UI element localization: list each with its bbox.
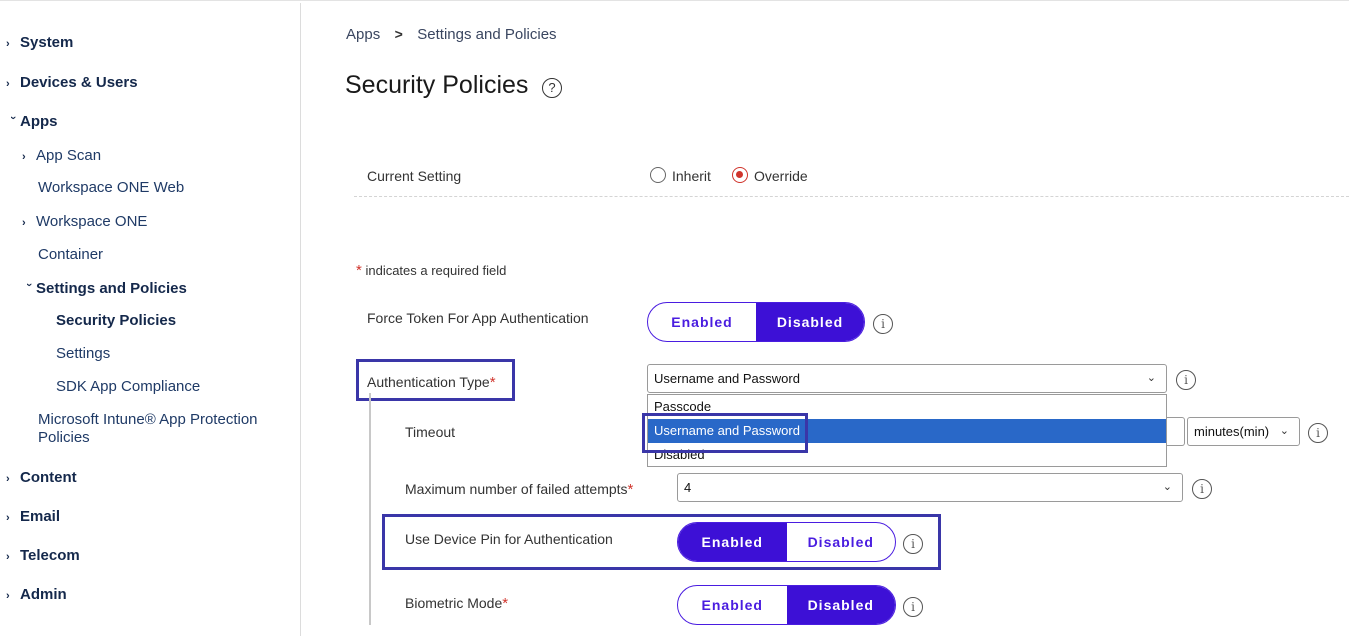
timeout-unit-select[interactable]: minutes(min) ⌄ bbox=[1187, 417, 1300, 446]
device-pin-enabled-button[interactable]: Enabled bbox=[678, 523, 787, 561]
device-pin-disabled-button[interactable]: Disabled bbox=[787, 523, 896, 561]
sidebar-item-system[interactable]: › System bbox=[6, 34, 73, 51]
biometric-enabled-button[interactable]: Enabled bbox=[678, 586, 787, 624]
chevron-right-icon: › bbox=[6, 78, 10, 90]
sidebar-item-apps[interactable]: ›Apps bbox=[6, 113, 58, 130]
sidebar-item-content[interactable]: › Content bbox=[6, 469, 77, 486]
sidebar-item-workspace-one-web[interactable]: Workspace ONE Web bbox=[38, 179, 184, 196]
info-circle-icon[interactable]: i bbox=[903, 534, 923, 554]
auth-type-select[interactable]: Username and Password ⌄ bbox=[647, 364, 1167, 393]
auth-type-highlight-box bbox=[356, 359, 515, 401]
timeout-label: Timeout bbox=[405, 424, 456, 440]
breadcrumb-current: Settings and Policies bbox=[417, 26, 557, 43]
chevron-right-icon: › bbox=[6, 38, 10, 50]
biometric-disabled-button[interactable]: Disabled bbox=[786, 586, 895, 624]
chevron-down-icon: › bbox=[23, 283, 35, 287]
breadcrumb-apps[interactable]: Apps bbox=[346, 26, 380, 43]
nested-indicator-line bbox=[369, 393, 371, 625]
sidebar-item-security-policies[interactable]: Security Policies bbox=[56, 312, 176, 329]
caret-down-icon: ⌄ bbox=[1162, 481, 1172, 493]
chevron-down-icon: › bbox=[7, 116, 19, 120]
current-setting-label: Current Setting bbox=[367, 168, 462, 184]
sidebar-item-settings-and-policies[interactable]: ›Settings and Policies bbox=[22, 280, 187, 297]
caret-down-icon: ⌄ bbox=[1279, 425, 1289, 437]
caret-down-icon: ⌄ bbox=[1146, 372, 1156, 384]
device-pin-label: Use Device Pin for Authentication bbox=[405, 531, 613, 547]
sidebar-item-devices-users[interactable]: › Devices & Users bbox=[6, 74, 138, 91]
force-token-label: Force Token For App Authentication bbox=[367, 310, 589, 326]
chevron-right-icon: › bbox=[22, 217, 26, 229]
sidebar-item-settings[interactable]: Settings bbox=[56, 345, 110, 362]
sidebar-item-admin[interactable]: › Admin bbox=[6, 586, 67, 603]
chevron-right-icon: › bbox=[6, 551, 10, 563]
override-radio[interactable] bbox=[732, 167, 748, 183]
chevron-right-icon: › bbox=[22, 151, 26, 163]
chevron-right-icon: › bbox=[6, 512, 10, 524]
sidebar: › System › Devices & Users ›Apps › App Scan… bbox=[0, 3, 301, 636]
sidebar-item-intune-app-protection[interactable]: Microsoft Intune® App Protection Policie… bbox=[38, 411, 258, 447]
inherit-label: Inherit bbox=[672, 168, 711, 184]
info-circle-icon[interactable]: i bbox=[1176, 370, 1196, 390]
sidebar-item-workspace-one[interactable]: › Workspace ONE bbox=[22, 213, 147, 230]
info-circle-icon[interactable]: i bbox=[873, 314, 893, 334]
info-circle-icon[interactable]: i bbox=[1308, 423, 1328, 443]
chevron-right-icon: › bbox=[6, 590, 10, 602]
section-divider bbox=[354, 196, 1349, 197]
force-token-disabled-button[interactable]: Disabled bbox=[756, 303, 864, 341]
sidebar-item-telecom[interactable]: › Telecom bbox=[6, 547, 80, 564]
biometric-toggle: Enabled Disabled bbox=[677, 585, 896, 625]
sidebar-item-container[interactable]: Container bbox=[38, 246, 103, 263]
breadcrumb: Apps > Settings and Policies bbox=[346, 26, 557, 44]
biometric-label: Biometric Mode* bbox=[405, 595, 509, 612]
breadcrumb-separator-icon: > bbox=[394, 26, 403, 42]
sidebar-item-email[interactable]: › Email bbox=[6, 508, 60, 525]
max-failed-label: Maximum number of failed attempts* bbox=[405, 481, 634, 498]
force-token-toggle: Enabled Disabled bbox=[647, 302, 865, 342]
sidebar-item-app-scan[interactable]: › App Scan bbox=[22, 147, 101, 164]
device-pin-toggle: Enabled Disabled bbox=[677, 522, 896, 562]
required-note: * indicates a required field bbox=[356, 262, 507, 279]
override-label: Override bbox=[754, 168, 808, 184]
force-token-enabled-button[interactable]: Enabled bbox=[648, 303, 756, 341]
auth-option-highlight-box bbox=[642, 413, 808, 453]
inherit-radio[interactable] bbox=[650, 167, 666, 183]
main-content: Apps > Settings and Policies Security Po… bbox=[301, 3, 1349, 636]
info-circle-icon[interactable]: i bbox=[1192, 479, 1212, 499]
chevron-right-icon: › bbox=[6, 473, 10, 485]
sidebar-item-sdk-app-compliance[interactable]: SDK App Compliance bbox=[56, 378, 200, 395]
question-circle-icon[interactable]: ? bbox=[542, 78, 562, 98]
max-failed-select[interactable]: 4 ⌄ bbox=[677, 473, 1183, 502]
info-circle-icon[interactable]: i bbox=[903, 597, 923, 617]
page-title: Security Policies bbox=[345, 71, 529, 99]
